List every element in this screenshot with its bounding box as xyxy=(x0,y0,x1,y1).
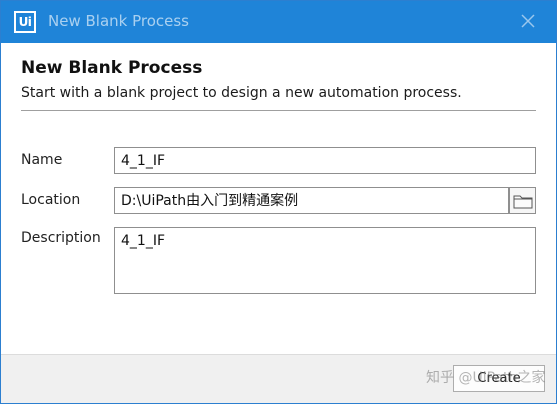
name-field[interactable]: 4_1_IF xyxy=(114,147,536,174)
uipath-logo-icon: Ui xyxy=(14,11,36,33)
divider xyxy=(21,110,536,111)
dialog-footer: Create xyxy=(1,354,556,403)
create-button[interactable]: Create xyxy=(453,365,545,392)
page-subtitle: Start with a blank project to design a n… xyxy=(21,85,462,101)
name-label: Name xyxy=(21,152,63,168)
location-field[interactable]: D:\UiPath由入门到精通案例 xyxy=(114,187,509,214)
description-label: Description xyxy=(21,230,101,246)
location-label: Location xyxy=(21,192,81,208)
page-title: New Blank Process xyxy=(21,58,203,78)
close-icon[interactable] xyxy=(518,11,538,31)
title-bar[interactable]: Ui New Blank Process xyxy=(1,1,556,43)
description-field[interactable]: 4_1_IF xyxy=(114,227,536,294)
window-title: New Blank Process xyxy=(48,12,189,30)
new-blank-process-dialog: Ui New Blank Process New Blank Process S… xyxy=(0,0,557,404)
browse-folder-button[interactable] xyxy=(509,187,536,214)
